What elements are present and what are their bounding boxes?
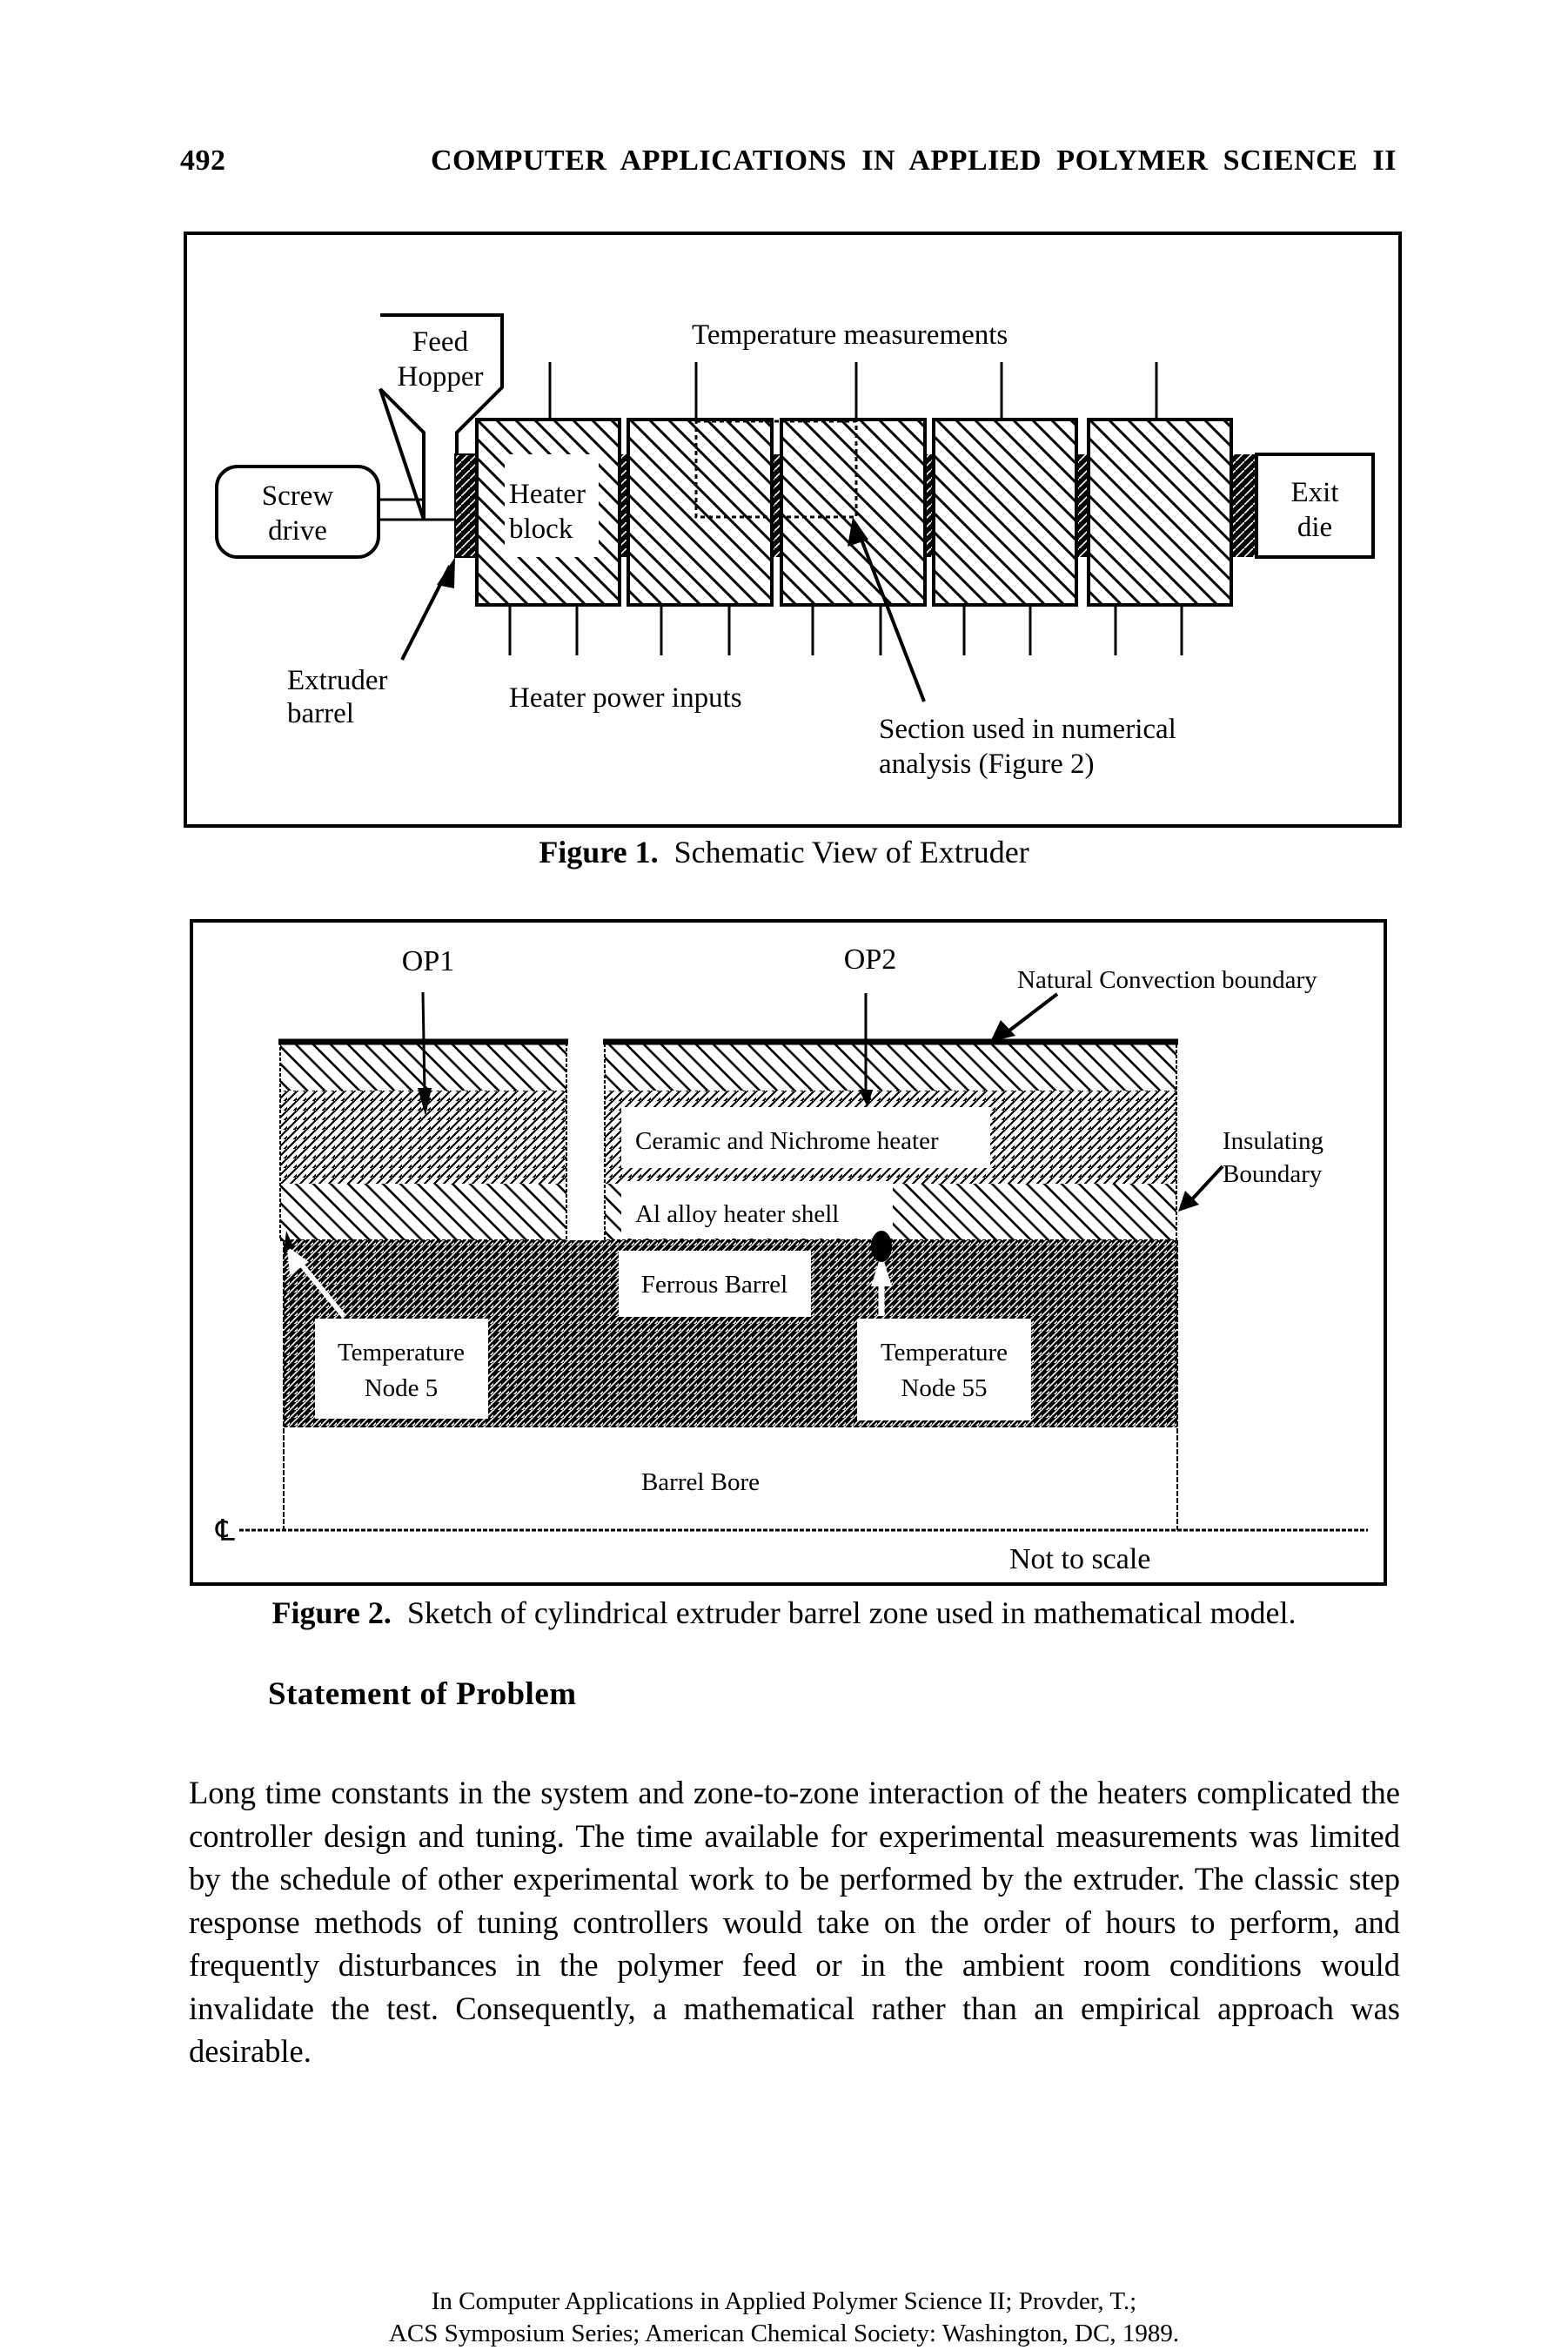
node55-label-box [857, 1319, 1031, 1420]
screw-drive-label-2: drive [268, 515, 327, 547]
not-to-scale-label: Not to scale [1009, 1543, 1150, 1575]
heater-block-label-2: block [509, 514, 573, 545]
ceramic-heater-label: Ceramic and Nichrome heater [635, 1127, 939, 1155]
heater-blocks: Heater block [475, 418, 1233, 607]
al-shell-label: Al alloy heater shell [635, 1200, 839, 1228]
temperature-measurements-label: Temperature measurements [692, 319, 1008, 351]
figure-2-caption: Figure 2. Sketch of cylindrical extruder… [0, 1595, 1568, 1631]
figure-1-caption-label: Figure 1. [539, 835, 659, 870]
figure-1: Screw drive Feed Hopper Heater block Exi… [184, 232, 1402, 828]
extruder-barrel-label-2: barrel [287, 698, 354, 729]
node55-label-2: Node 55 [901, 1374, 987, 1402]
section-heading: Statement of Problem [268, 1676, 577, 1712]
heater-block-2 [627, 418, 774, 607]
node55-label-1: Temperature [881, 1339, 1008, 1366]
footer-line-1: In Computer Applications in Applied Poly… [431, 2287, 1137, 2315]
heater-power-lines [508, 605, 1183, 655]
node5-label-2: Node 5 [365, 1374, 439, 1402]
heater-power-inputs-label: Heater power inputs [509, 682, 742, 714]
screw-drive: Screw drive [215, 465, 380, 559]
op1-label: OP1 [402, 945, 454, 977]
figure-1-caption-text: Schematic View of Extruder [673, 835, 1029, 870]
heater-block-3 [780, 418, 927, 607]
op2-label: OP2 [844, 943, 896, 976]
screw-drive-label-1: Screw [262, 480, 334, 512]
temperature-measurement-lines [548, 362, 1158, 420]
exit-die-label-2: die [1297, 512, 1332, 543]
insulating-boundary-label-1: Insulating [1223, 1127, 1323, 1155]
feed-hopper-label-2: Hopper [398, 361, 484, 393]
heater-block-5 [1087, 418, 1233, 607]
exit-die: Exit die [1255, 453, 1375, 559]
barrel-bore-label: Barrel Bore [641, 1468, 760, 1496]
insulating-boundary-label-2: Boundary [1223, 1160, 1323, 1188]
section-label-1: Section used in numerical [879, 714, 1176, 745]
node5-label-1: Temperature [338, 1339, 465, 1366]
figure-2-caption-text: Sketch of cylindrical extruder barrel zo… [406, 1595, 1297, 1630]
section-label-2: analysis (Figure 2) [879, 749, 1094, 780]
natural-convection-arrow [990, 992, 1059, 1042]
extruder-barrel-arrow [400, 557, 455, 661]
feed-hopper-label-1: Feed [412, 326, 469, 358]
centerline-symbol: ℄ [215, 1515, 235, 1548]
figure-2-caption-label: Figure 2. [271, 1595, 392, 1630]
figure-2: Ceramic and Nichrome heater Al alloy hea… [190, 919, 1387, 1586]
node5-label-box [315, 1319, 488, 1419]
insulating-boundary-arrow [1178, 1165, 1224, 1212]
heater-block-label-1: Heater [509, 479, 586, 510]
heater-block-4 [932, 418, 1078, 607]
figure-1-caption: Figure 1. Schematic View of Extruder [0, 834, 1568, 870]
natural-convection-label: Natural Convection boundary [1017, 966, 1317, 994]
body-paragraph: Long time constants in the system and zo… [189, 1775, 1400, 2069]
footer-line-2: ACS Symposium Series; American Chemical … [388, 2320, 1180, 2347]
exit-die-label-1: Exit [1291, 477, 1339, 508]
extruder-barrel-label-1: Extruder [287, 665, 387, 696]
ferrous-barrel-label: Ferrous Barrel [641, 1271, 787, 1299]
